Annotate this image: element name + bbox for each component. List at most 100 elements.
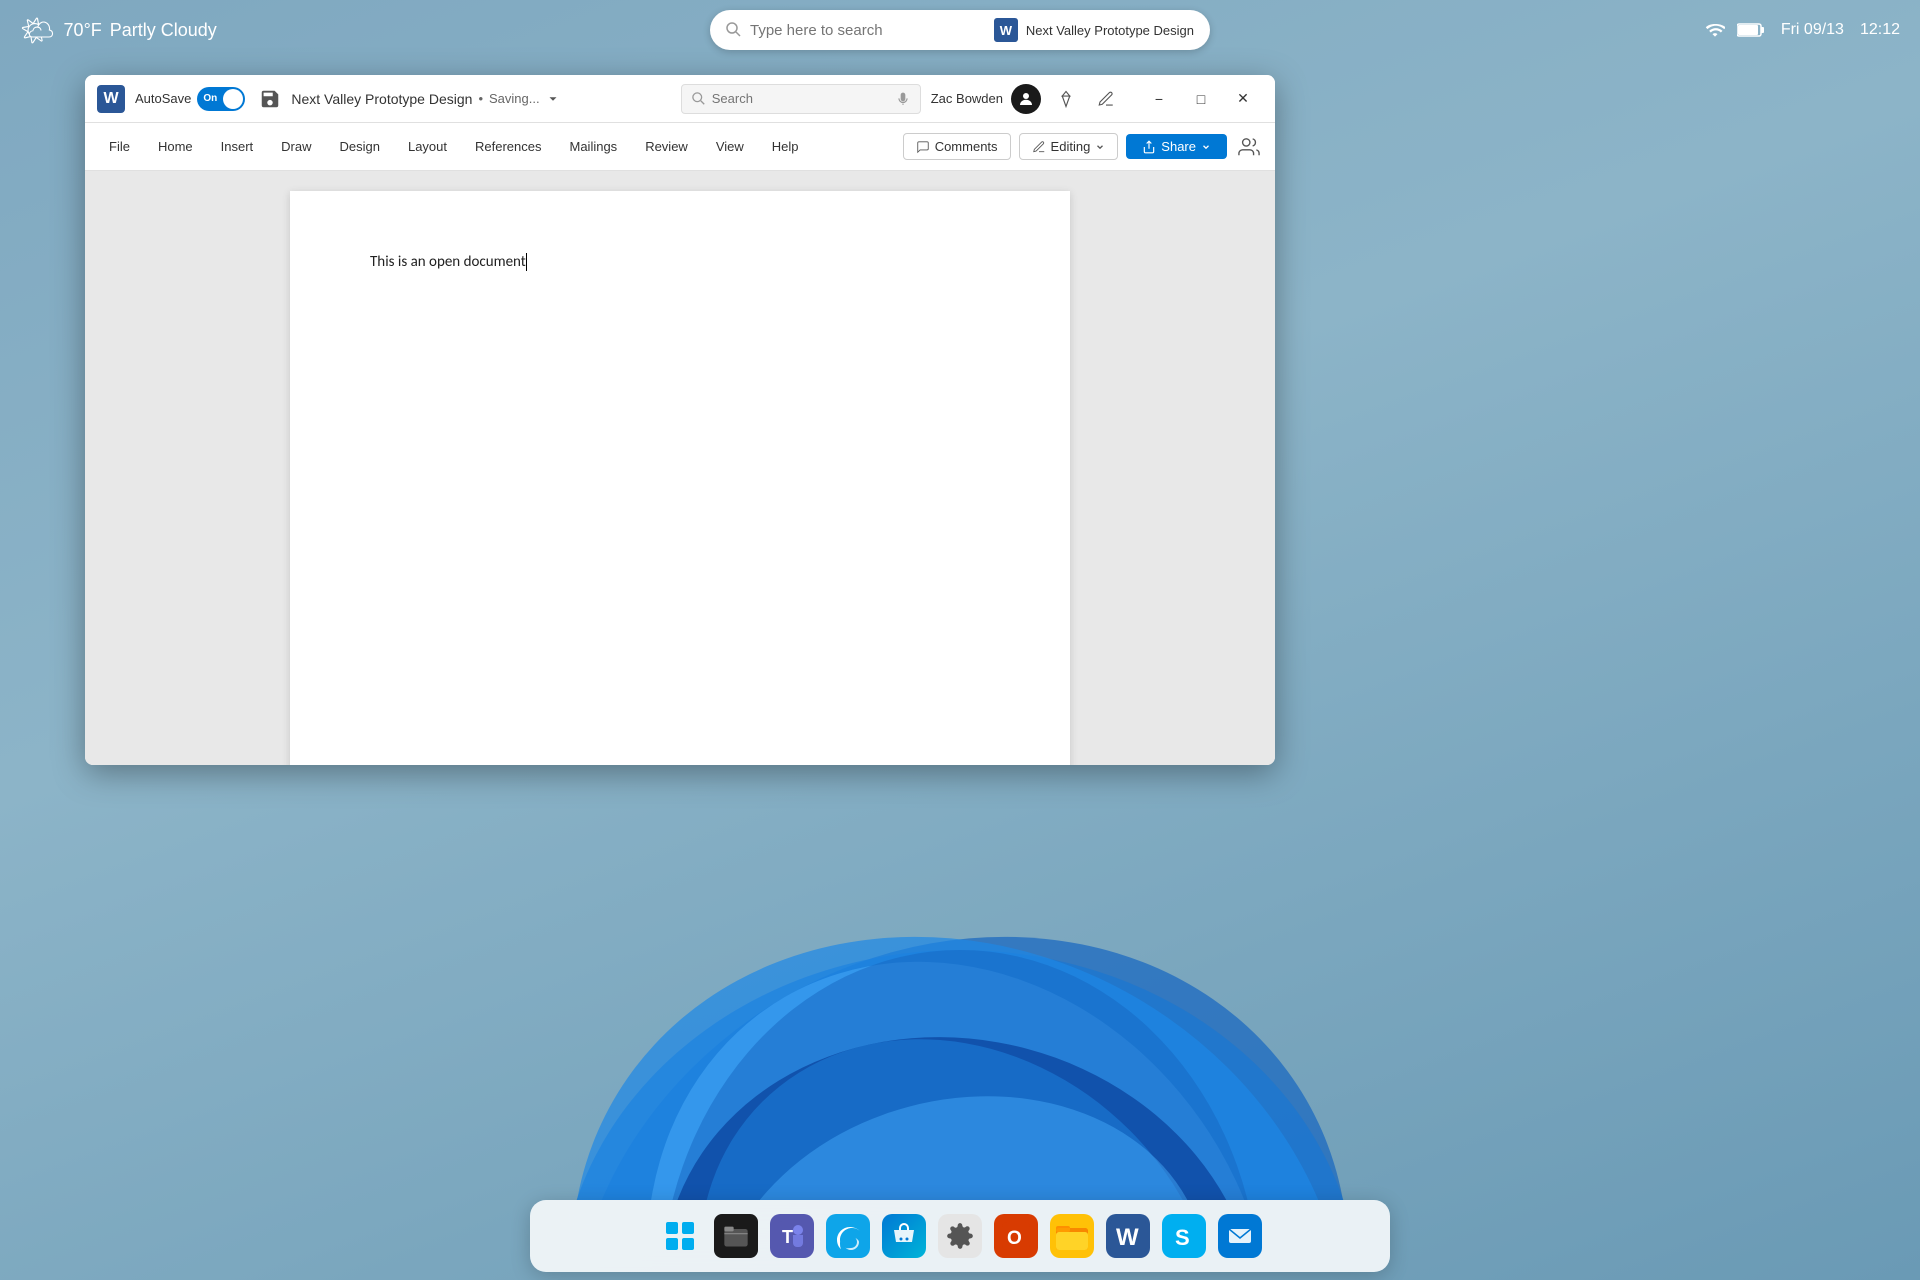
word-search-input[interactable]: [712, 91, 890, 106]
close-button[interactable]: ✕: [1223, 84, 1263, 114]
system-date: Fri 09/13: [1781, 21, 1844, 39]
comments-label: Comments: [935, 139, 998, 154]
dropdown-icon[interactable]: [546, 92, 560, 106]
store-button[interactable]: [878, 1210, 930, 1262]
document-content[interactable]: This is an open document: [370, 251, 990, 274]
menu-file[interactable]: File: [97, 133, 142, 160]
windows-logo: [666, 1222, 694, 1250]
doc-title: Next Valley Prototype Design: [291, 91, 472, 107]
save-status: •: [478, 91, 483, 106]
menu-home[interactable]: Home: [146, 133, 205, 160]
share-dropdown-icon: [1201, 142, 1211, 152]
autosave-on-text: On: [203, 93, 217, 104]
autosave-toggle[interactable]: On: [197, 87, 245, 111]
save-icon[interactable]: [259, 88, 281, 110]
taskbar-bottom: T: [530, 1200, 1390, 1272]
word-ribbon: File Home Insert Draw Design Layout Refe…: [85, 123, 1275, 171]
document-page[interactable]: This is an open document: [290, 191, 1070, 765]
user-name: Zac Bowden: [931, 91, 1003, 106]
svg-text:O: O: [1007, 1228, 1022, 1249]
comment-icon: [916, 140, 930, 154]
skype-icon: S: [1166, 1218, 1202, 1254]
document-text: This is an open document: [370, 253, 526, 271]
share-button[interactable]: Share: [1126, 134, 1227, 159]
explorer-dark-icon: [722, 1222, 750, 1250]
collaboration-icon[interactable]: [1235, 133, 1263, 161]
file-explorer-icon: [1050, 1214, 1094, 1258]
menu-help[interactable]: Help: [760, 133, 811, 160]
taskbar-top: 🌤 70°F Partly Cloudy W Next Valley Proto…: [0, 0, 1920, 60]
wifi-icon: [1705, 20, 1725, 40]
word-window: W AutoSave On Next Valley Prototype Desi…: [85, 75, 1275, 765]
file-explorer-button[interactable]: [1046, 1210, 1098, 1262]
svg-text:W: W: [1116, 1224, 1139, 1251]
autosave-group: AutoSave On: [135, 87, 245, 111]
editing-button[interactable]: Editing: [1019, 133, 1119, 160]
menu-view[interactable]: View: [704, 133, 756, 160]
battery-icon: [1737, 22, 1765, 38]
search-icon: [692, 92, 706, 106]
mail-button[interactable]: [1214, 1210, 1266, 1262]
maximize-button[interactable]: □: [1181, 84, 1221, 114]
word-logo: W: [97, 85, 125, 113]
word-taskbar-icon: W: [1110, 1218, 1146, 1254]
taskbar-search-input[interactable]: [750, 22, 986, 39]
weather-icon: 🌤: [20, 14, 56, 47]
menu-insert[interactable]: Insert: [209, 133, 266, 160]
system-icons: [1705, 20, 1765, 40]
comments-button[interactable]: Comments: [903, 133, 1011, 160]
minimize-button[interactable]: −: [1139, 84, 1179, 114]
taskbar-search-bar[interactable]: W Next Valley Prototype Design: [710, 10, 1210, 50]
window-controls: − □ ✕: [1139, 84, 1263, 114]
system-tray: Fri 09/13 12:12: [1705, 20, 1900, 40]
edge-button[interactable]: [822, 1210, 874, 1262]
mail-icon: [1225, 1221, 1255, 1251]
user-area: Zac Bowden: [931, 84, 1041, 114]
store-icon: [890, 1222, 918, 1250]
autosave-label: AutoSave: [135, 91, 191, 106]
document-area: This is an open document: [85, 171, 1275, 765]
word-title-bar: W AutoSave On Next Valley Prototype Desi…: [85, 75, 1275, 123]
teams-icon: T: [777, 1221, 807, 1251]
share-label: Share: [1161, 139, 1196, 154]
menu-layout[interactable]: Layout: [396, 133, 459, 160]
ribbon-right-tools: Comments Editing Share: [903, 133, 1263, 161]
edge-icon: [832, 1220, 864, 1252]
settings-button[interactable]: [934, 1210, 986, 1262]
share-icon: [1142, 140, 1156, 154]
settings-icon: [946, 1222, 974, 1250]
diamond-icon[interactable]: [1051, 84, 1081, 114]
file-explorer-dark-button[interactable]: [710, 1210, 762, 1262]
edit-icon: [1032, 140, 1046, 154]
office-button[interactable]: O: [990, 1210, 1042, 1262]
teams-button[interactable]: T: [766, 1210, 818, 1262]
svg-text:T: T: [782, 1227, 793, 1247]
text-cursor: [526, 253, 527, 271]
active-app-label: Next Valley Prototype Design: [1026, 23, 1194, 38]
menu-references[interactable]: References: [463, 133, 553, 160]
menu-review[interactable]: Review: [633, 133, 700, 160]
start-button[interactable]: [654, 1210, 706, 1262]
weather-temperature: 70°F: [64, 20, 102, 41]
office-icon: O: [1002, 1222, 1030, 1250]
doc-title-area: Next Valley Prototype Design • Saving...: [291, 91, 670, 107]
svg-text:S: S: [1175, 1225, 1190, 1250]
editing-label: Editing: [1051, 139, 1091, 154]
pen-icon[interactable]: [1091, 84, 1121, 114]
search-icon: [726, 22, 742, 38]
menu-draw[interactable]: Draw: [269, 133, 323, 160]
menu-mailings[interactable]: Mailings: [558, 133, 630, 160]
word-taskbar-button[interactable]: W: [1102, 1210, 1154, 1262]
active-app-word-icon: W: [994, 18, 1018, 42]
menu-design[interactable]: Design: [328, 133, 392, 160]
weather-widget[interactable]: 🌤 70°F Partly Cloudy: [20, 14, 217, 47]
user-avatar[interactable]: [1011, 84, 1041, 114]
desktop-wallpaper: [0, 800, 1920, 1200]
system-time: 12:12: [1860, 21, 1900, 39]
title-search-box[interactable]: [681, 84, 921, 114]
weather-condition: Partly Cloudy: [110, 20, 217, 41]
editing-dropdown-icon: [1095, 142, 1105, 152]
microphone-icon[interactable]: [896, 92, 910, 106]
save-status-text: Saving...: [489, 91, 540, 106]
skype-button[interactable]: S: [1158, 1210, 1210, 1262]
